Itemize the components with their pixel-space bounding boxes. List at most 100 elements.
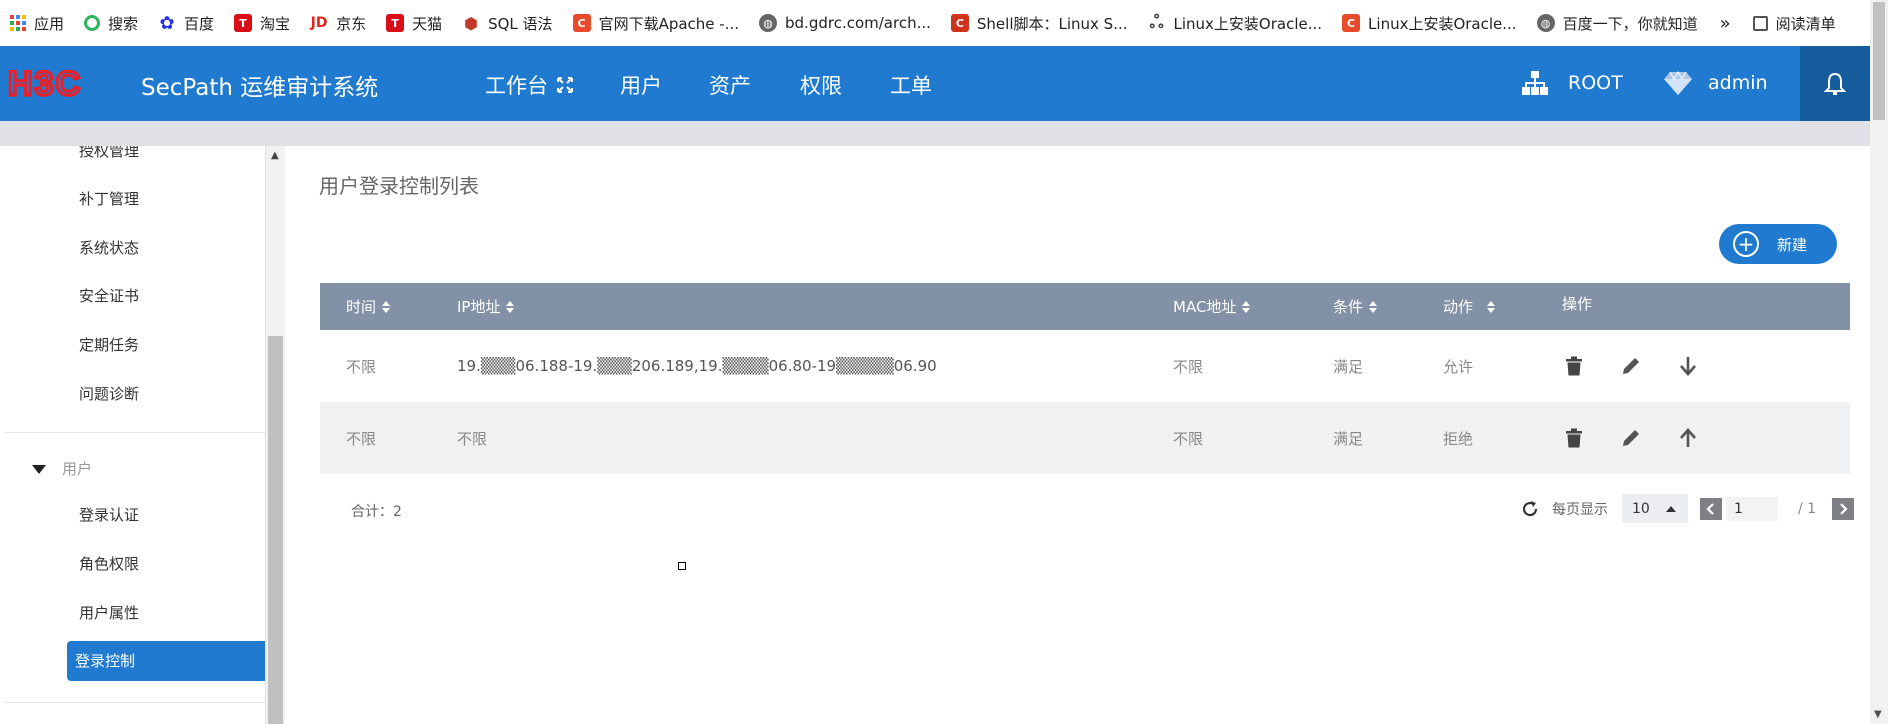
bookmark-bdgdrc[interactable]: ◍ bd.gdrc.com/arch... (749, 0, 941, 46)
column-header-condition[interactable]: 条件 (1333, 283, 1378, 330)
page-size-select[interactable]: 10 (1622, 494, 1688, 523)
column-header-ip[interactable]: IP地址 (457, 283, 515, 330)
reading-list-label: 阅读清单 (1775, 14, 1836, 33)
cell-ip: 19.▒▒▒06.188-19.▒▒▒206.189,19.▒▒▒▒06.80-… (457, 357, 937, 375)
pagination: 每页显示 10 / 1 (1520, 494, 1855, 523)
bookmark-label: 淘宝 (260, 14, 291, 33)
per-page-label: 每页显示 (1552, 501, 1608, 518)
tmall-icon: T (386, 14, 405, 32)
oracle-icon: ஃ (1149, 11, 1164, 33)
app-title: SecPath 运维审计系统 (141, 75, 379, 101)
sidebar-scrollbar-thumb[interactable] (268, 336, 283, 724)
bookmark-apps[interactable]: 应用 (0, 0, 74, 46)
expand-arrows-icon[interactable] (556, 76, 574, 94)
globe-icon: ◍ (1536, 14, 1555, 32)
sidebar-item-login-control[interactable]: 登录控制 (67, 641, 265, 681)
cell-time: 不限 (346, 429, 377, 448)
apps-grid-icon (10, 15, 26, 31)
page-number-input[interactable] (1726, 496, 1778, 521)
refresh-icon[interactable] (1520, 499, 1540, 519)
column-header-action[interactable]: 动作 (1443, 283, 1496, 330)
bookmark-oracle-2[interactable]: C Linux上安装Oracle... (1332, 0, 1527, 46)
column-header-time[interactable]: 时间 (346, 283, 391, 330)
bookmark-label: Linux上安装Oracle... (1173, 14, 1323, 33)
sidebar-scrollbar[interactable]: ▲ (266, 146, 285, 724)
bookmark-baidu-search[interactable]: ◍ 百度一下，你就知道 (1527, 0, 1708, 46)
mouse-cursor-marker (678, 562, 686, 570)
edit-pencil-icon[interactable] (1619, 426, 1643, 450)
login-control-table: 时间 IP地址 MAC地址 条件 动作 操作 不限 19.▒▒▒06.188-1… (320, 283, 1850, 474)
nav-permission[interactable]: 权限 (800, 70, 842, 100)
cell-condition: 满足 (1333, 357, 1364, 376)
c-logo-icon: C (1342, 14, 1361, 32)
bookmark-label: 搜索 (108, 14, 139, 33)
caret-up-icon (1665, 505, 1676, 512)
table-header: 时间 IP地址 MAC地址 条件 动作 操作 (320, 283, 1850, 330)
bookmark-tmall[interactable]: T 天猫 (376, 0, 452, 46)
bookmarks-more-button[interactable]: » (1708, 0, 1743, 46)
delete-icon[interactable] (1562, 426, 1586, 450)
prev-page-button[interactable] (1700, 497, 1722, 520)
bookmark-search[interactable]: 搜索 (74, 0, 148, 46)
total-count: 合计：2 (351, 504, 402, 520)
header-shadow-band (0, 121, 1870, 146)
bookmarks-bar: 应用 搜索 ✿ 百度 T 淘宝 JD 京东 T 天猫 ⬢ SQL 语法 C 官网… (0, 0, 1888, 46)
bookmark-label: 京东 (336, 14, 367, 33)
collapse-triangle-icon (32, 465, 46, 474)
tmall-icon: T (234, 14, 253, 32)
column-header-mac[interactable]: MAC地址 (1173, 283, 1251, 330)
bookmark-shell[interactable]: C Shell脚本：Linux S... (941, 0, 1138, 46)
sidebar-item-login-auth[interactable]: 登录认证 (79, 504, 139, 525)
table-row: 不限 19.▒▒▒06.188-19.▒▒▒206.189,19.▒▒▒▒06.… (320, 330, 1850, 402)
cell-action: 允许 (1443, 357, 1474, 376)
bookmark-label: Shell脚本：Linux S... (976, 14, 1128, 33)
page-scrollbar[interactable]: ▼ (1870, 0, 1888, 724)
sidebar-item-user-attribute[interactable]: 用户属性 (79, 602, 139, 623)
move-down-arrow-icon[interactable] (1676, 354, 1700, 378)
org-tree-icon[interactable] (1522, 70, 1548, 96)
sidebar-item-role-permission[interactable]: 角色权限 (79, 553, 139, 574)
sidebar-group-user[interactable]: 用户 (32, 458, 92, 479)
move-up-arrow-icon[interactable] (1676, 426, 1700, 450)
sort-icon (1242, 300, 1251, 313)
page-scrollbar-thumb[interactable] (1873, 2, 1885, 120)
bookmark-sql[interactable]: ⬢ SQL 语法 (452, 0, 562, 46)
sort-icon (506, 300, 515, 313)
bookmark-jd[interactable]: JD 京东 (300, 0, 376, 46)
bookmark-label: 应用 (34, 14, 65, 33)
sidebar-item-auth-manage[interactable]: 授权管理 (79, 146, 139, 161)
sidebar-item-scheduled-task[interactable]: 定期任务 (79, 334, 139, 355)
bookmark-baidu[interactable]: ✿ 百度 (148, 0, 224, 46)
cell-mac: 不限 (1173, 357, 1204, 376)
chevron-right-icon (1840, 502, 1848, 515)
sidebar-item-certificate[interactable]: 安全证书 (79, 285, 139, 306)
plus-circle-icon: + (1733, 231, 1759, 257)
next-page-button[interactable] (1832, 497, 1855, 520)
scroll-up-arrow-icon[interactable]: ▲ (271, 150, 279, 161)
cell-operations (1562, 402, 1733, 474)
bookmark-oracle-1[interactable]: ஃ Linux上安装Oracle... (1138, 0, 1333, 46)
sidebar-item-diagnosis[interactable]: 问题诊断 (79, 383, 139, 404)
edit-pencil-icon[interactable] (1619, 354, 1643, 378)
nav-asset[interactable]: 资产 (709, 70, 751, 100)
nav-ticket[interactable]: 工单 (890, 70, 932, 100)
notification-button[interactable] (1800, 46, 1870, 121)
nav-user[interactable]: 用户 (620, 70, 662, 100)
sidebar-item-system-status[interactable]: 系统状态 (79, 237, 139, 258)
sidebar: 授权管理 补丁管理 系统状态 安全证书 定期任务 问题诊断 用户 登录认证 角色… (0, 146, 266, 724)
sidebar-item-patch[interactable]: 补丁管理 (79, 188, 139, 209)
reading-list-button[interactable]: 阅读清单 (1743, 0, 1846, 46)
bookmark-label: 天猫 (412, 14, 443, 33)
globe-icon: ◍ (759, 14, 778, 32)
new-button[interactable]: + 新建 (1719, 224, 1837, 264)
scroll-down-arrow-icon[interactable]: ▼ (1874, 709, 1882, 720)
nav-workbench[interactable]: 工作台 (485, 70, 548, 100)
delete-icon[interactable] (1562, 354, 1586, 378)
bookmark-apache[interactable]: C 官网下载Apache -... (563, 0, 749, 46)
user-label[interactable]: admin (1708, 72, 1768, 94)
bookmark-label: 百度一下，你就知道 (1562, 14, 1698, 33)
page-title: 用户登录控制列表 (319, 174, 479, 198)
bookmark-taobao[interactable]: T 淘宝 (224, 0, 300, 46)
diamond-icon[interactable] (1663, 68, 1693, 98)
org-label[interactable]: ROOT (1568, 72, 1623, 94)
